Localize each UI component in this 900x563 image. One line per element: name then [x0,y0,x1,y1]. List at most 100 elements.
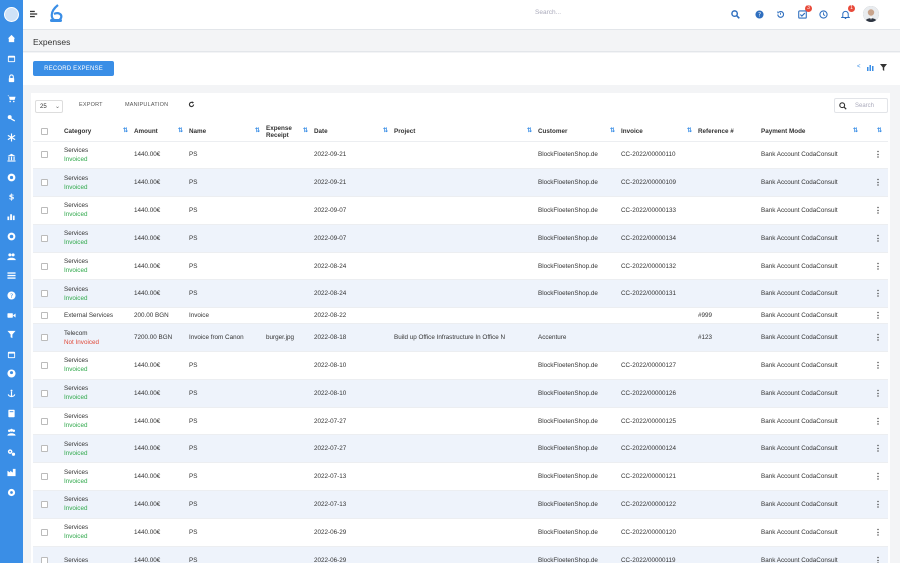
name-cell[interactable]: PS [189,252,266,280]
name-cell[interactable]: PS [189,352,266,380]
name-cell[interactable]: PS [189,141,266,169]
row-checkbox[interactable] [41,556,48,563]
project-cell[interactable] [394,252,538,280]
table-row[interactable]: Telecom Not Invoiced 7200.00 BGN Invoice fr… [33,323,888,352]
sort-icon[interactable]: ⇅ [527,127,532,134]
column-header-name[interactable]: Name ⇅ [189,123,266,141]
record-expense-button[interactable]: RECORD EXPENSE [33,61,114,76]
manipulation-button[interactable]: MANIPULATION [125,102,168,108]
name-cell[interactable]: PS [189,379,266,407]
invoice-cell[interactable]: CC-2022/00000124 [621,435,698,463]
chart-icon[interactable] [6,211,16,221]
customer-cell[interactable]: BlockFloetenShop.de [538,435,621,463]
name-cell[interactable]: PS [189,224,266,252]
sort-icon[interactable]: ⇅ [687,127,692,134]
project-cell[interactable] [394,491,538,519]
calendar-icon[interactable] [6,53,16,63]
table-row[interactable]: Services Invoiced 1440.00€ PS 2022-08-24 Bloc… [33,252,888,280]
table-row[interactable]: External Services 200.00 BGN Invoice 2022-0… [33,307,888,324]
team-icon[interactable] [6,427,16,437]
help-icon[interactable]: ? [6,290,16,300]
name-cell[interactable]: PS [189,463,266,491]
row-actions-menu-icon[interactable]: ⋮ [864,352,888,380]
table-row[interactable]: Services Invoiced 1440.00€ PS 2022-09-07 Bloc… [33,224,888,253]
project-cell[interactable] [394,352,538,380]
row-actions-menu-icon[interactable]: ⋮ [864,491,888,519]
invoice-cell[interactable] [621,324,698,352]
row-actions-menu-icon[interactable]: ⋮ [864,463,888,491]
table-row[interactable]: Services Invoiced 1440.00€ PS 2022-09-21 Bloc… [33,141,888,169]
select-all-checkbox[interactable] [41,128,48,136]
invoice-cell[interactable]: CC-2022/00000132 [621,252,698,280]
table-search-input[interactable]: Search [834,98,888,113]
name-cell[interactable]: PS [189,197,266,225]
clock-icon[interactable] [818,9,829,20]
table-row[interactable]: Services Invoiced 1440.00€ PS 2022-08-10 Bloc… [33,351,888,380]
expense-receipt-cell[interactable] [266,224,314,252]
lock-icon[interactable] [6,73,16,83]
invoice-cell[interactable]: CC-2022/00000119 [621,546,698,563]
customer-cell[interactable]: BlockFloetenShop.de [538,197,621,225]
cogs-icon[interactable] [6,447,16,457]
expense-receipt-cell[interactable]: burger.jpg [266,324,314,352]
row-checkbox[interactable] [41,528,48,536]
expense-receipt-cell[interactable] [266,435,314,463]
table-row[interactable]: Services Invoiced 1440.00€ PS 2022-09-21 Bloc… [33,168,888,197]
customer-cell[interactable]: BlockFloetenShop.de [538,546,621,563]
invoice-cell[interactable]: CC-2022/00000126 [621,379,698,407]
row-actions-menu-icon[interactable]: ⋮ [864,546,888,563]
row-checkbox[interactable] [41,445,48,453]
invoice-cell[interactable]: CC-2022/00000109 [621,169,698,197]
column-header-category[interactable]: Category ⇅ [64,123,134,141]
column-header-actions[interactable]: ⇅ [864,123,888,141]
project-cell[interactable] [394,280,538,308]
table-row[interactable]: Services Invoiced 1440.00€ PS 2022-08-10 Bloc… [33,379,888,408]
name-cell[interactable]: PS [189,435,266,463]
expense-receipt-cell[interactable] [266,197,314,225]
brand-logo[interactable] [49,4,63,24]
row-checkbox[interactable] [41,334,48,342]
name-cell[interactable]: PS [189,169,266,197]
industry-icon[interactable] [6,467,16,477]
project-cell[interactable] [394,169,538,197]
customer-cell[interactable]: BlockFloetenShop.de [538,280,621,308]
column-header-project[interactable]: Project ⇅ [394,123,538,141]
column-header-expense-receipt[interactable]: Expense Receipt ⇅ [266,123,314,141]
project-cell[interactable] [394,197,538,225]
bar-chart-icon[interactable] [867,64,875,71]
row-checkbox[interactable] [41,389,48,397]
project-cell[interactable] [394,141,538,169]
sort-icon[interactable]: ⇅ [178,127,183,134]
book-icon[interactable] [6,408,16,418]
expense-receipt-cell[interactable] [266,169,314,197]
invoice-cell[interactable]: CC-2022/00000131 [621,280,698,308]
row-checkbox[interactable] [41,151,48,159]
project-cell[interactable] [394,546,538,563]
row-checkbox[interactable] [41,206,48,214]
row-actions-menu-icon[interactable]: ⋮ [864,169,888,197]
key-icon[interactable] [6,113,16,123]
expense-receipt-cell[interactable] [266,308,314,324]
anchor-icon[interactable] [6,388,16,398]
bell-icon[interactable]: 1 [840,5,855,20]
video-icon[interactable] [6,310,16,320]
calendar-icon[interactable] [6,349,16,359]
sidebar-logo[interactable] [4,7,19,22]
home-icon[interactable] [6,33,16,43]
tasks-icon[interactable]: 3 [797,5,812,20]
row-checkbox[interactable] [41,361,48,369]
table-row[interactable]: Services Invoiced 1440.00€ PS 2022-07-27 Bloc… [33,407,888,435]
row-actions-menu-icon[interactable]: ⋮ [864,280,888,308]
project-cell[interactable]: Build up Office Infrastructure In Office… [394,324,538,352]
users-icon[interactable] [6,251,16,261]
sort-icon[interactable]: ⇅ [303,127,308,134]
sort-icon[interactable]: ⇅ [255,127,260,134]
refresh-icon[interactable] [188,101,195,108]
name-cell[interactable]: PS [189,546,266,563]
customer-cell[interactable]: BlockFloetenShop.de [538,252,621,280]
row-checkbox[interactable] [41,179,48,187]
table-row[interactable]: Services Invoiced 1440.00€ PS 2022-07-13 Bloc… [33,490,888,519]
bank-icon[interactable] [6,152,16,162]
expense-receipt-cell[interactable] [266,518,314,546]
name-cell[interactable]: PS [189,280,266,308]
